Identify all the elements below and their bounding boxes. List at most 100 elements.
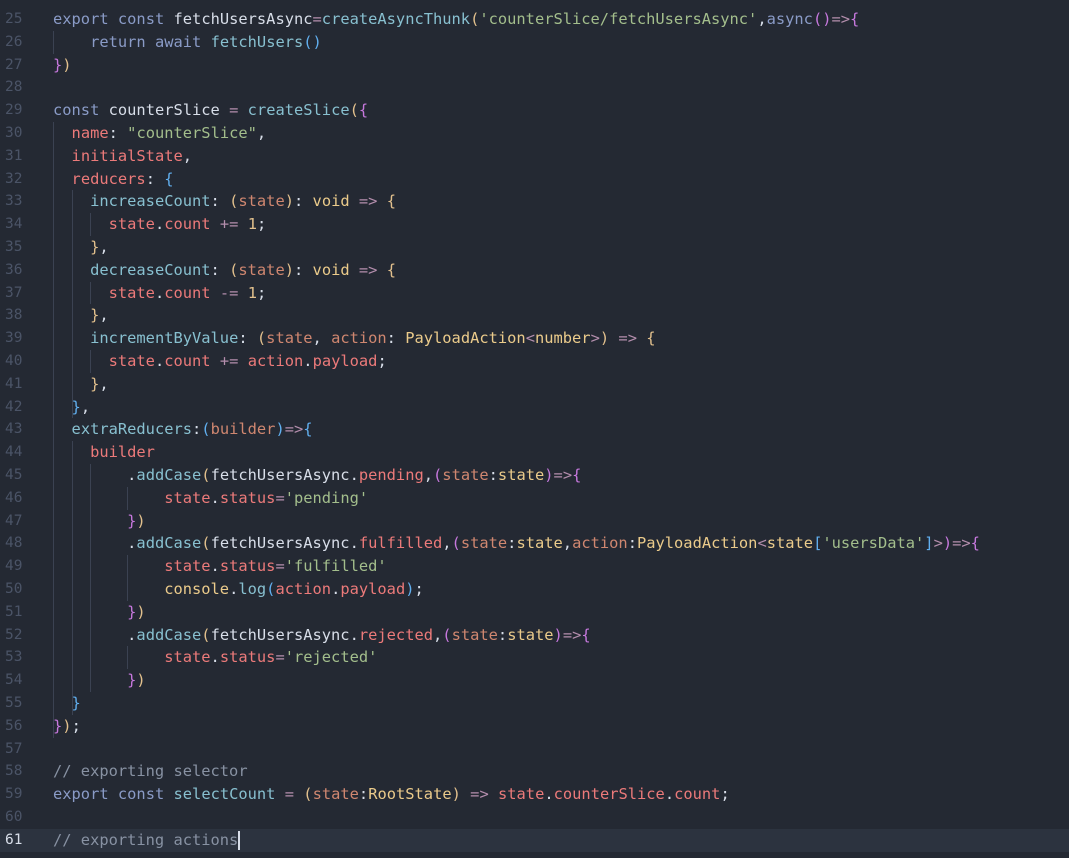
- code-token: log: [238, 580, 267, 598]
- code-token: counterSlice: [553, 785, 665, 804]
- code-line[interactable]: 44 builder: [0, 441, 1069, 464]
- code-line[interactable]: 53 state.status='rejected': [0, 646, 1069, 669]
- code-line[interactable]: 47 }): [0, 510, 1069, 533]
- code-token: ,: [99, 374, 109, 393]
- code-text: },: [53, 373, 109, 396]
- line-number: 50: [5, 581, 23, 597]
- code-text: },: [53, 304, 109, 327]
- code-token: :: [497, 625, 508, 644]
- code-token: fetchUsersAsync: [210, 625, 350, 644]
- code-token: =: [229, 101, 239, 120]
- code-token: {: [303, 420, 313, 439]
- code-line[interactable]: 31 initialState,: [0, 145, 1069, 168]
- code-token: state: [451, 625, 498, 644]
- code-text: state.count += 1;: [53, 213, 267, 236]
- code-line[interactable]: 55 }: [0, 692, 1069, 715]
- code-line[interactable]: 57: [0, 738, 1069, 761]
- code-token: count: [164, 283, 211, 302]
- code-token: {: [164, 169, 174, 188]
- code-line[interactable]: 42 },: [0, 396, 1069, 419]
- code-token: return: [90, 32, 146, 51]
- code-line[interactable]: 58 // exporting selector: [0, 760, 1069, 783]
- line-number: 49: [5, 558, 23, 575]
- code-token: {: [386, 260, 397, 279]
- code-line[interactable]: 48 .addCase(fetchUsersAsync.fulfilled,(s…: [0, 532, 1069, 555]
- code-line[interactable]: 59 export const selectCount = (state:Root…: [0, 783, 1069, 806]
- line-number: 30: [5, 125, 23, 141]
- code-line[interactable]: 41 },: [0, 373, 1069, 396]
- code-line[interactable]: 54 }): [0, 669, 1069, 692]
- code-token: state: [312, 785, 359, 804]
- line-number: 40: [5, 353, 23, 369]
- code-token: console: [164, 580, 230, 598]
- code-token: incrementByValue: [90, 329, 239, 348]
- code-token: builder: [90, 443, 155, 462]
- code-line[interactable]: 34 state.count += 1;: [0, 213, 1069, 236]
- code-text: increaseCount: (state): void => {: [53, 190, 396, 213]
- code-token: action: [572, 534, 628, 553]
- code-line[interactable]: 45 .addCase(fetchUsersAsync.pending,(sta…: [0, 464, 1069, 487]
- code-line[interactable]: 50 console.log(action.payload);: [0, 578, 1069, 601]
- code-line[interactable]: 29 const counterSlice = createSlice({: [0, 99, 1069, 122]
- code-line[interactable]: 33 increaseCount: (state): void => {: [0, 190, 1069, 213]
- code-token: :: [294, 192, 313, 211]
- code-token: payload: [340, 580, 406, 598]
- code-token: >: [933, 534, 943, 553]
- code-line[interactable]: 60: [0, 806, 1069, 829]
- code-token: {: [970, 534, 980, 553]
- code-token: export: [53, 785, 109, 804]
- code-line[interactable]: 52 .addCase(fetchUsersAsync.rejected,(st…: [0, 624, 1069, 647]
- code-token: =: [275, 557, 285, 576]
- code-token: (: [433, 466, 443, 484]
- code-text: }): [53, 669, 146, 692]
- code-token: increaseCount: [90, 192, 211, 211]
- code-line[interactable]: 36 decreaseCount: (state): void => {: [0, 259, 1069, 282]
- code-editor[interactable]: 25 export const fetchUsersAsync=createAsy…: [0, 0, 1069, 858]
- code-line[interactable]: 26 return await fetchUsers(): [0, 31, 1069, 54]
- code-line[interactable]: 39 incrementByValue: (state, action: Pay…: [0, 327, 1069, 350]
- code-line[interactable]: 56});: [0, 715, 1069, 738]
- code-token: state: [516, 534, 563, 553]
- code-line[interactable]: 46 state.status='pending': [0, 487, 1069, 510]
- code-token: ;: [414, 580, 424, 598]
- code-token: count: [164, 215, 211, 234]
- line-number: 54: [5, 672, 23, 689]
- code-text: name: "counterSlice",: [53, 122, 267, 145]
- code-line[interactable]: 35 },: [0, 236, 1069, 259]
- code-token: (: [303, 785, 313, 804]
- code-token: builder: [210, 420, 276, 439]
- code-line[interactable]: 40 state.count += action.payload;: [0, 350, 1069, 373]
- code-line[interactable]: 27}): [0, 54, 1069, 77]
- code-token: .: [154, 283, 165, 302]
- code-line[interactable]: 28: [0, 76, 1069, 99]
- code-token: .: [349, 534, 359, 553]
- code-line[interactable]: 32 reducers: {: [0, 168, 1069, 191]
- code-line[interactable]: 49 state.status='fulfilled': [0, 555, 1069, 578]
- code-line[interactable]: 51 }): [0, 601, 1069, 624]
- code-line[interactable]: 38 },: [0, 304, 1069, 327]
- code-text: initialState,: [53, 145, 192, 168]
- code-token: .: [229, 580, 239, 598]
- code-line[interactable]: 61 // exporting actions: [0, 828, 1069, 852]
- code-token: ): [451, 785, 461, 804]
- code-token: state: [442, 466, 489, 484]
- code-line[interactable]: 43 extraReducers:(builder)=>{: [0, 418, 1069, 441]
- code-line[interactable]: 37 state.count -= 1;: [0, 282, 1069, 305]
- code-token: <: [757, 534, 767, 553]
- code-token: .: [210, 488, 220, 507]
- code-line[interactable]: 30 name: "counterSlice",: [0, 122, 1069, 145]
- code-token: (: [201, 534, 211, 553]
- code-token: =>: [562, 625, 582, 644]
- code-line[interactable]: 25 export const fetchUsersAsync=createAsy…: [0, 8, 1069, 31]
- line-number: 27: [5, 56, 23, 73]
- code-token: .: [303, 352, 313, 370]
